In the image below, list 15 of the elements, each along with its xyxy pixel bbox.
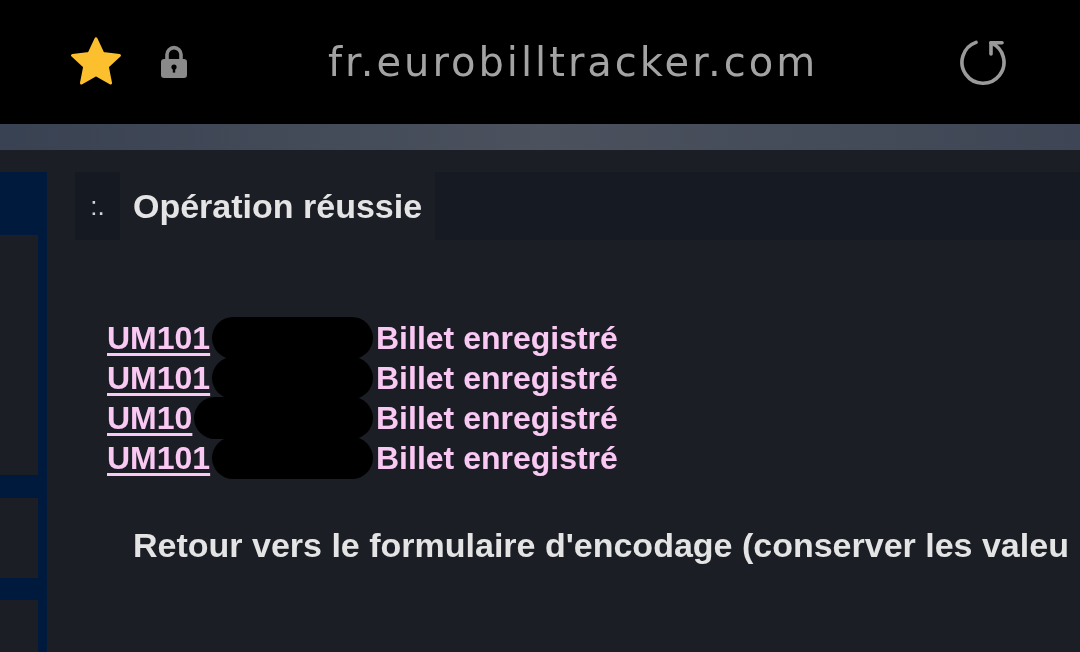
serial-link[interactable]: UM101 xyxy=(107,440,211,476)
lock-icon xyxy=(160,45,188,79)
status-text: Billet enregistré xyxy=(376,399,618,438)
status-text: Billet enregistré xyxy=(376,439,618,478)
serial-link[interactable]: UM101 xyxy=(107,320,211,356)
status-text: Billet enregistré xyxy=(376,359,618,398)
header-marker: :. xyxy=(75,172,120,240)
serial-link[interactable]: UM10 xyxy=(107,400,193,436)
sidebar-block xyxy=(0,600,38,652)
serial-link[interactable]: UM101 xyxy=(107,360,211,396)
return-link[interactable]: Retour vers le formulaire d'encodage (conserver les valeu xyxy=(133,526,1069,564)
star-icon[interactable] xyxy=(70,37,122,87)
status-text: Billet enregistré xyxy=(376,319,618,358)
url-text[interactable]: fr.eurobilltracker.com xyxy=(327,32,819,92)
page-title: Opération réussie xyxy=(133,185,423,227)
